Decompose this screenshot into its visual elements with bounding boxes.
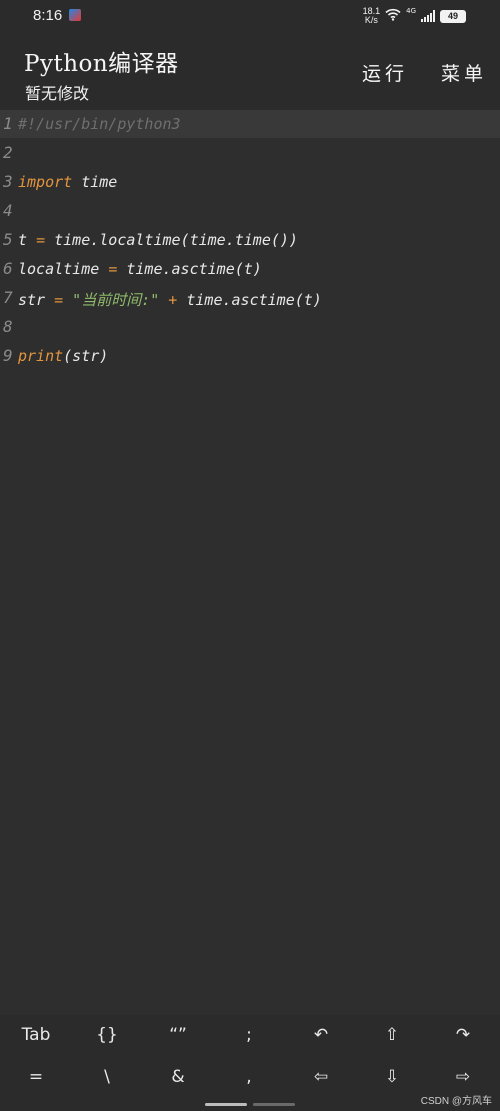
status-bar: 8:16 18.1 K/s 4G 49 <box>0 0 500 32</box>
code-token: + <box>159 291 187 309</box>
key-row2-3[interactable]: , <box>214 1057 284 1097</box>
key-row1-4[interactable]: ↶ <box>286 1015 356 1055</box>
line-number: 9 <box>3 346 13 365</box>
line-number: 1 <box>3 114 13 133</box>
app-subtitle: 暂无修改 <box>25 84 90 103</box>
menu-button[interactable]: 菜单 <box>441 59 487 86</box>
key-row2-2[interactable]: & <box>143 1057 213 1097</box>
net-speed: 18.1 K/s <box>363 7 381 25</box>
key-row1-3[interactable]: ; <box>214 1015 284 1055</box>
line-number: 5 <box>3 230 13 249</box>
code-line[interactable]: 1 #!/usr/bin/python3 <box>0 110 500 138</box>
code-line[interactable]: 7 str = "当前时间:" + time.asctime(t) <box>0 284 500 312</box>
code-text: print(str) <box>18 347 108 365</box>
app-bar: Python编译器 暂无修改 运行 菜单 <box>0 32 500 110</box>
key-row2-1[interactable]: \ <box>72 1057 142 1097</box>
code-line[interactable]: 2 <box>0 139 500 167</box>
code-line[interactable]: 3 import time <box>0 168 500 196</box>
code-token: t <box>18 231 37 249</box>
line-number: 2 <box>3 143 13 162</box>
key-row2-5[interactable]: ⇩ <box>357 1057 427 1097</box>
code-text: localtime = time.asctime(t) <box>18 260 262 278</box>
app-title: Python编译器 <box>24 51 179 77</box>
key-row1-2[interactable]: “” <box>143 1015 213 1055</box>
code-line[interactable]: 5t = time.localtime(time.time()) <box>0 226 500 254</box>
code-token: time <box>72 173 118 191</box>
line-number: 3 <box>3 172 13 191</box>
battery-icon: 49 <box>440 9 466 23</box>
code-token: import <box>18 173 73 191</box>
code-token: localtime <box>18 260 109 278</box>
code-token: time.localtime(time.time()) <box>45 231 298 249</box>
line-number: 4 <box>3 201 13 220</box>
code-token: print <box>18 347 64 365</box>
line-number: 7 <box>3 288 13 307</box>
status-time: 8:16 <box>33 7 63 24</box>
code-token: #!/usr/bin/python3 <box>18 115 181 133</box>
key-row2-0[interactable]: = <box>1 1057 71 1097</box>
code-token: "当前时间:" <box>63 291 160 309</box>
code-token: = <box>36 231 46 249</box>
code-token: = <box>108 260 118 278</box>
code-token: str <box>18 291 55 309</box>
app-notification-icon <box>69 9 81 21</box>
code-text: #!/usr/bin/python3 <box>18 115 181 133</box>
run-button[interactable]: 运行 <box>362 59 408 86</box>
key-row1-0[interactable]: Tab <box>1 1015 71 1055</box>
code-line[interactable]: 4 <box>0 197 500 225</box>
status-indicators: 18.1 K/s 4G 49 <box>363 5 466 27</box>
code-text: str = "当前时间:" + time.asctime(t) <box>18 289 322 310</box>
code-token: = <box>54 291 64 309</box>
net-speed-unit: K/s <box>364 15 378 25</box>
code-line[interactable]: 8 <box>0 313 500 341</box>
key-row2-4[interactable]: ⇦ <box>286 1057 356 1097</box>
key-row1-1[interactable]: {} <box>72 1015 142 1055</box>
code-text: t = time.localtime(time.time()) <box>18 231 298 249</box>
signal-icon <box>421 10 435 22</box>
home-indicator[interactable] <box>205 1103 247 1106</box>
network-type: 4G <box>406 7 416 15</box>
line-number: 6 <box>3 259 13 278</box>
key-row2-6[interactable]: ⇨ <box>428 1057 498 1097</box>
code-token: (str) <box>63 347 109 365</box>
key-row1-6[interactable]: ↷ <box>428 1015 498 1055</box>
code-token: time.asctime(t) <box>186 291 322 309</box>
code-editor[interactable]: 1 #!/usr/bin/python3 2 3 import time 4 5 t = ti… <box>0 110 500 1015</box>
watermark: CSDN @方风车 <box>420 1096 492 1107</box>
code-text: import time <box>18 173 117 191</box>
code-line[interactable]: 6 localtime = time.asctime(t) <box>0 255 500 283</box>
wifi-icon <box>385 8 401 25</box>
home-indicator-secondary <box>253 1103 295 1106</box>
line-number: 8 <box>3 317 13 336</box>
code-token: time.asctime(t) <box>117 260 262 278</box>
code-line[interactable]: 9 print(str) <box>0 342 500 370</box>
key-row1-5[interactable]: ⇧ <box>357 1015 427 1055</box>
